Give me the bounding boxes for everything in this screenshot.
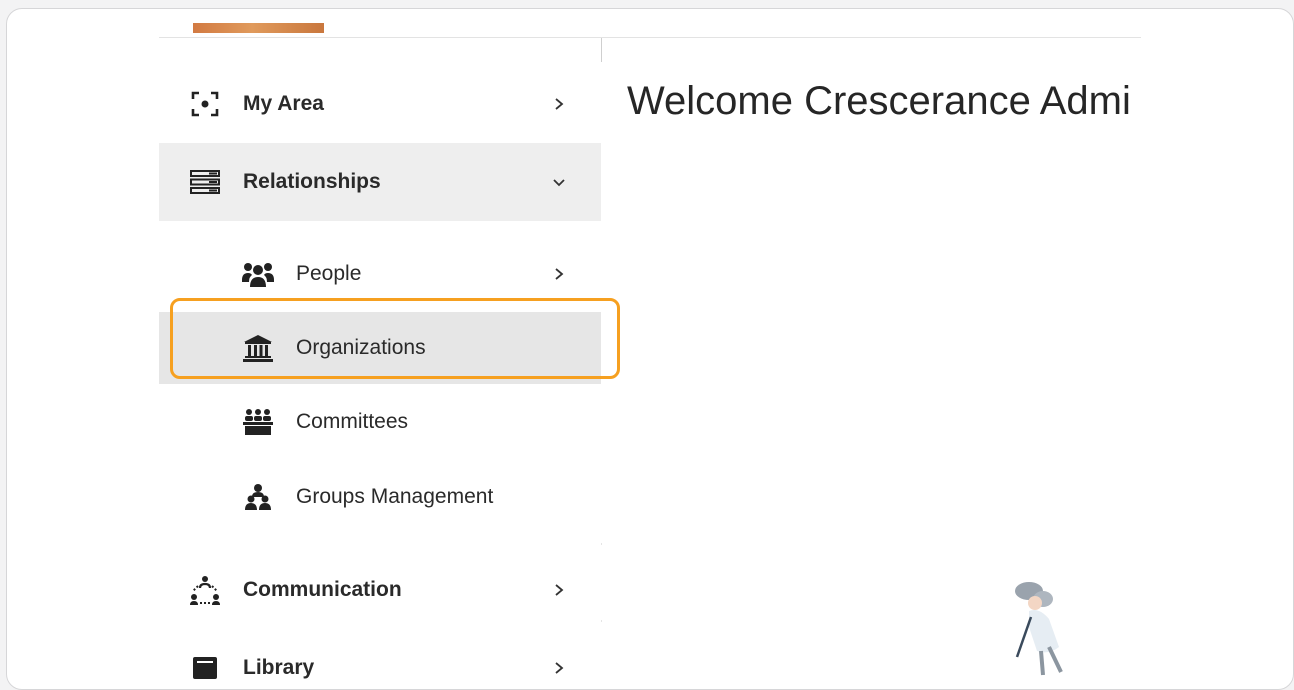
logo-banner [193,23,324,33]
sidebar-item-label: Relationships [243,170,381,193]
sidebar-item-library[interactable]: Library [159,629,601,689]
sidebar-subitem-label: Organizations [296,336,426,359]
network-people-icon [189,574,221,606]
sidebar-subitem-organizations[interactable]: Organizations [159,312,601,384]
sidebar-divider [601,620,602,622]
sidebar-subitem-label: Groups Management [296,485,494,508]
sidebar-item-relationships[interactable]: Relationships [159,143,601,221]
sidebar-subitem-label: People [296,262,362,285]
chevron-right-icon [547,656,571,680]
chevron-right-icon [547,262,571,286]
committee-icon [241,405,275,439]
bank-icon [241,331,275,365]
book-icon [189,652,221,684]
sidebar-subitem-people[interactable]: People [159,238,601,310]
sidebar-item-label: Communication [243,578,402,601]
browser-frame: My Area Relationships People Organizatio… [6,8,1294,690]
chevron-right-icon [547,578,571,602]
sidebar-item-label: My Area [243,92,324,115]
sidebar-item-label: Library [243,656,315,679]
sidebar-subitem-groups-management[interactable]: Groups Management [159,461,601,533]
welcome-heading: Welcome Crescerance Admi [627,79,1131,123]
welcome-illustration [999,577,1099,677]
users-icon [241,257,275,291]
chevron-down-icon [547,170,571,194]
sidebar-item-communication[interactable]: Communication [159,551,601,629]
focus-icon [189,88,221,120]
chevron-right-icon [547,92,571,116]
sidebar-divider [601,543,602,545]
sidebar: My Area Relationships People Organizatio… [159,38,601,689]
app-container: My Area Relationships People Organizatio… [159,9,1141,689]
sidebar-divider [601,38,602,62]
server-stack-icon [189,166,221,198]
group-icon [241,480,275,514]
sidebar-subitem-label: Committees [296,410,409,433]
sidebar-subitem-committees[interactable]: Committees [159,386,601,458]
sidebar-item-my-area[interactable]: My Area [159,65,601,143]
